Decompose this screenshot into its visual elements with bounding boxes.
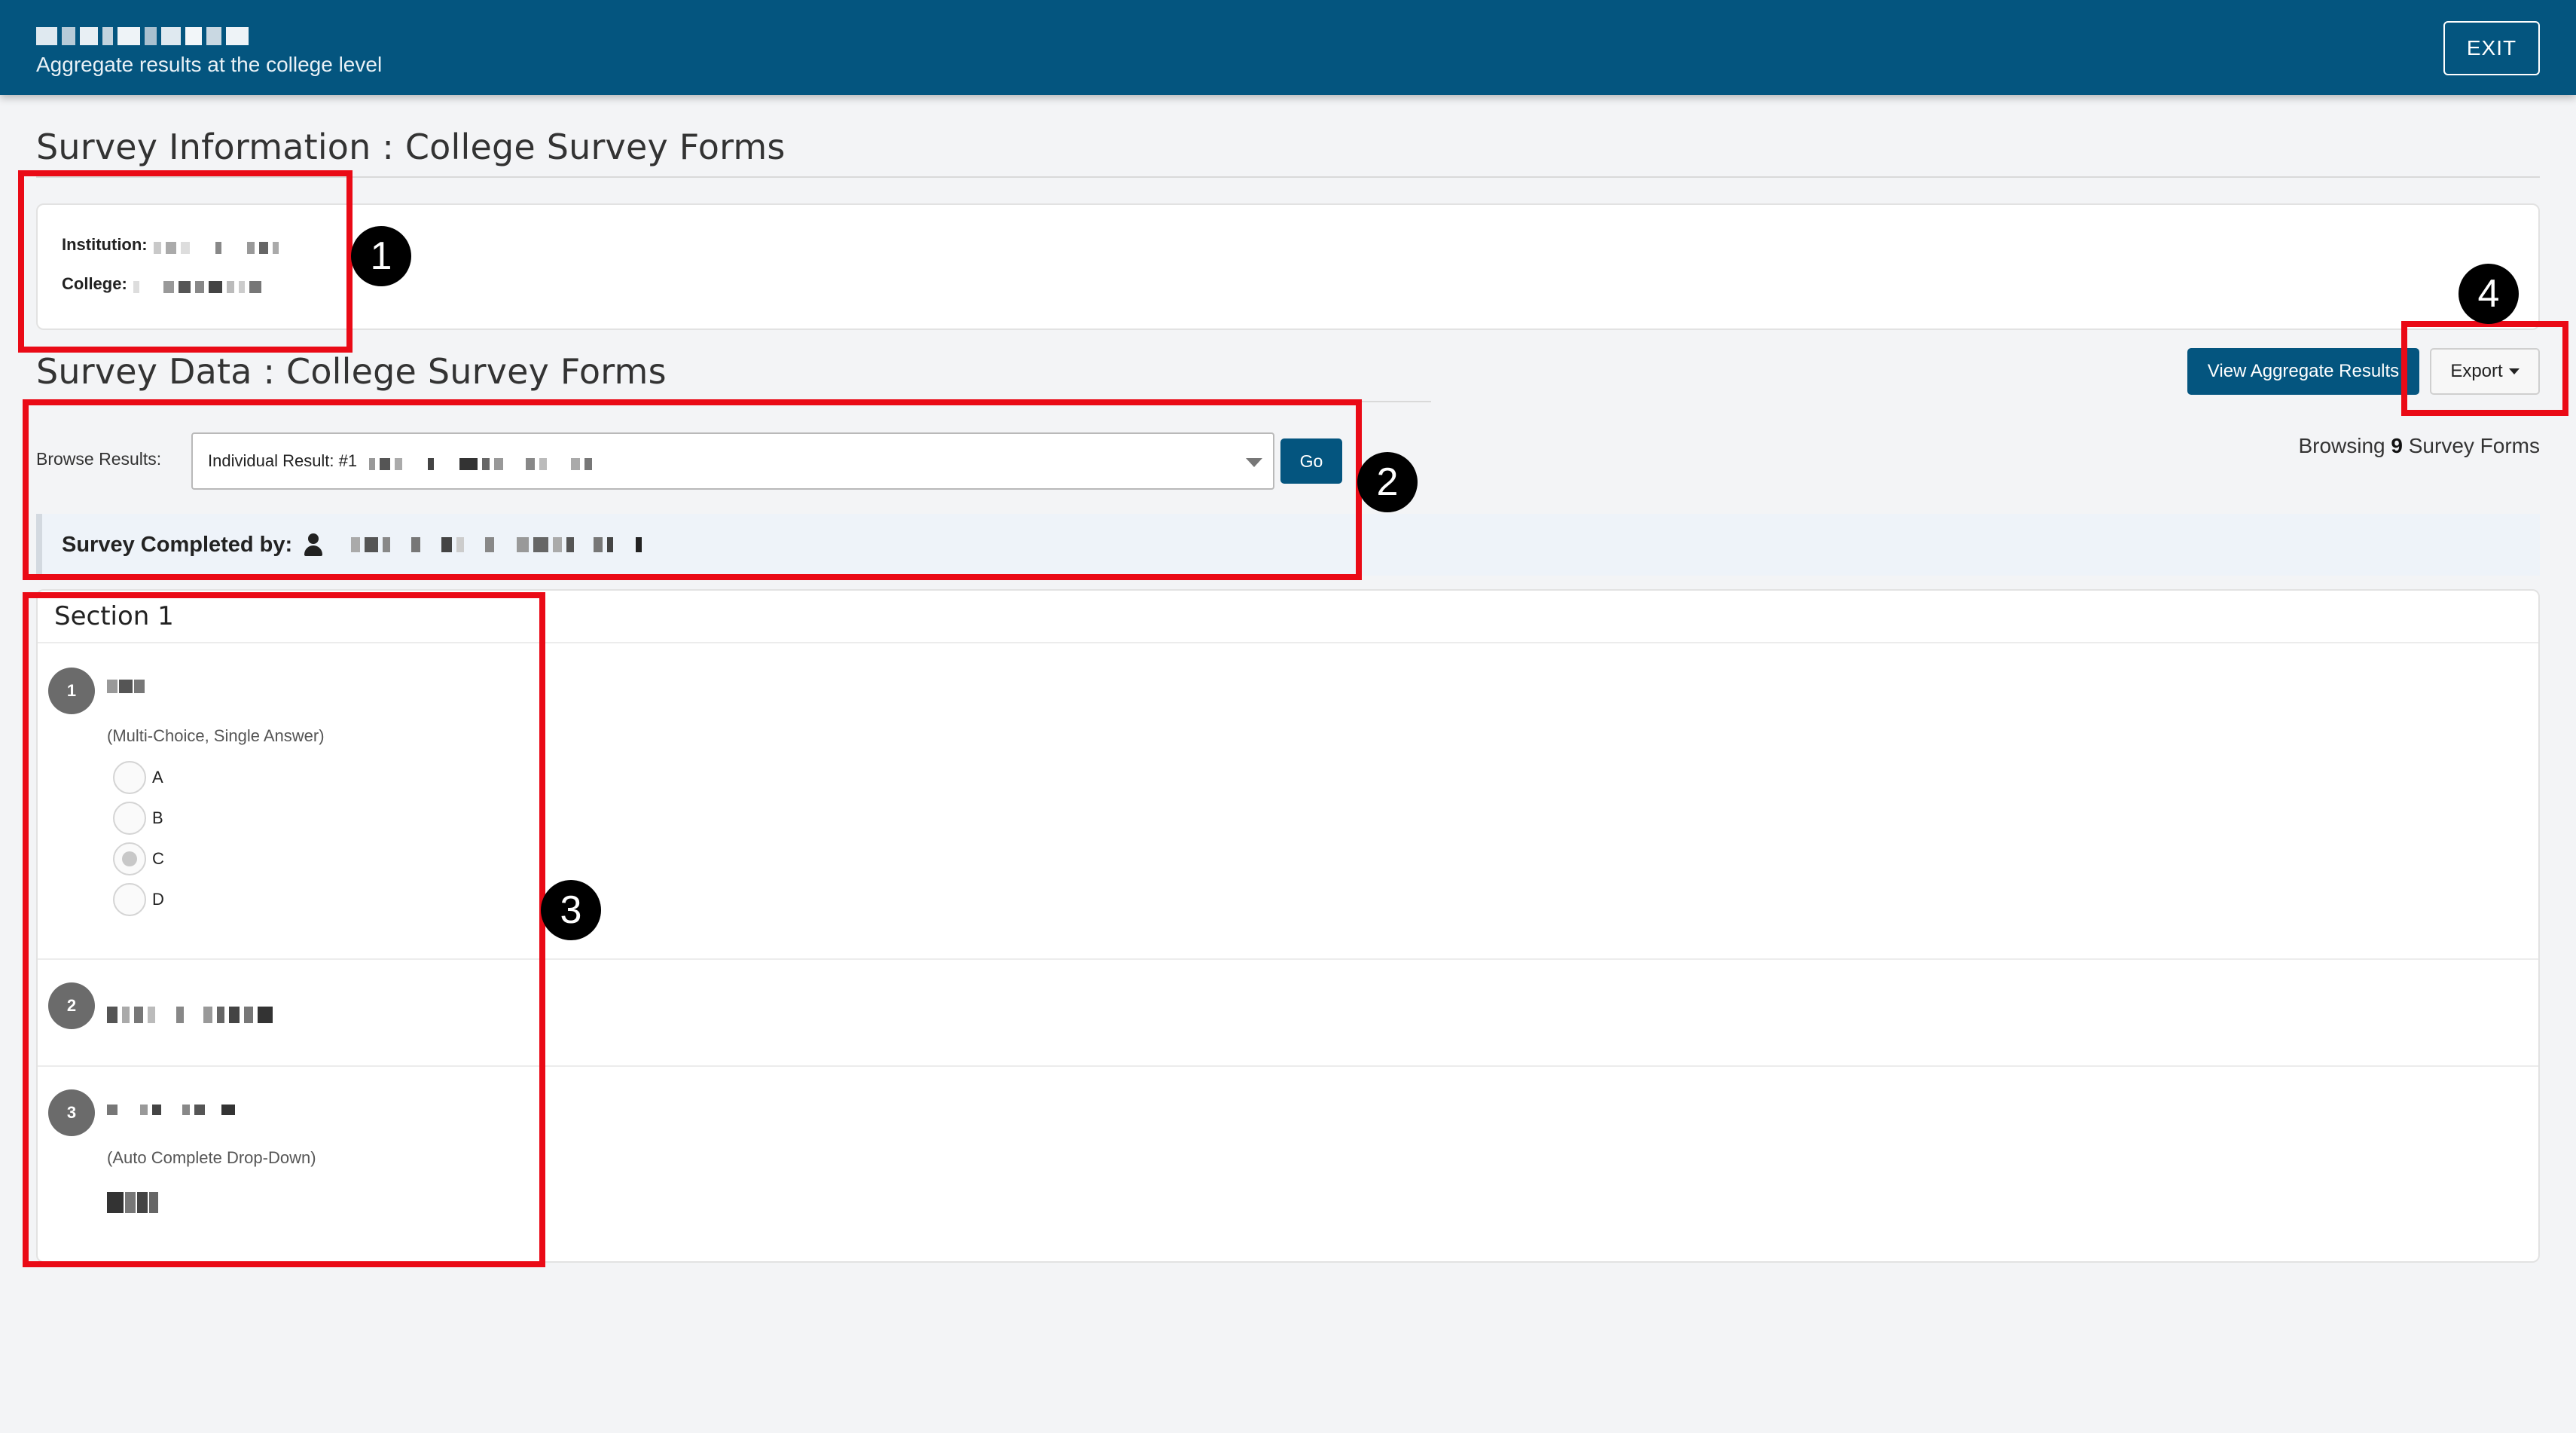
heading-divider bbox=[36, 176, 2540, 178]
browsing-prefix: Browsing bbox=[2298, 434, 2385, 457]
survey-information-heading: Survey Information : College Survey Form… bbox=[36, 127, 786, 167]
annotation-box-3 bbox=[23, 592, 545, 1267]
exit-button[interactable]: EXIT bbox=[2443, 21, 2540, 75]
header-subtitle: Aggregate results at the college level bbox=[36, 53, 383, 76]
browsing-suffix: Survey Forms bbox=[2408, 434, 2540, 457]
annotation-badge-4: 4 bbox=[2458, 264, 2519, 324]
annotation-box-2 bbox=[23, 399, 1362, 580]
browsing-count: 9 bbox=[2391, 434, 2403, 457]
survey-data-heading: Survey Data : College Survey Forms bbox=[36, 351, 667, 392]
annotation-box-4 bbox=[2401, 321, 2568, 416]
survey-info-card: Institution: College: bbox=[36, 203, 2540, 330]
annotation-box-1 bbox=[18, 170, 353, 353]
app-title-redacted bbox=[36, 23, 292, 48]
view-aggregate-results-button[interactable]: View Aggregate Results bbox=[2187, 348, 2419, 395]
annotation-badge-2: 2 bbox=[1357, 452, 1418, 512]
top-header-bar: Aggregate results at the college level E… bbox=[0, 0, 2576, 95]
browsing-count-text: Browsing 9 Survey Forms bbox=[2298, 434, 2540, 458]
annotation-badge-1: 1 bbox=[351, 226, 411, 286]
annotation-badge-3: 3 bbox=[541, 880, 601, 940]
